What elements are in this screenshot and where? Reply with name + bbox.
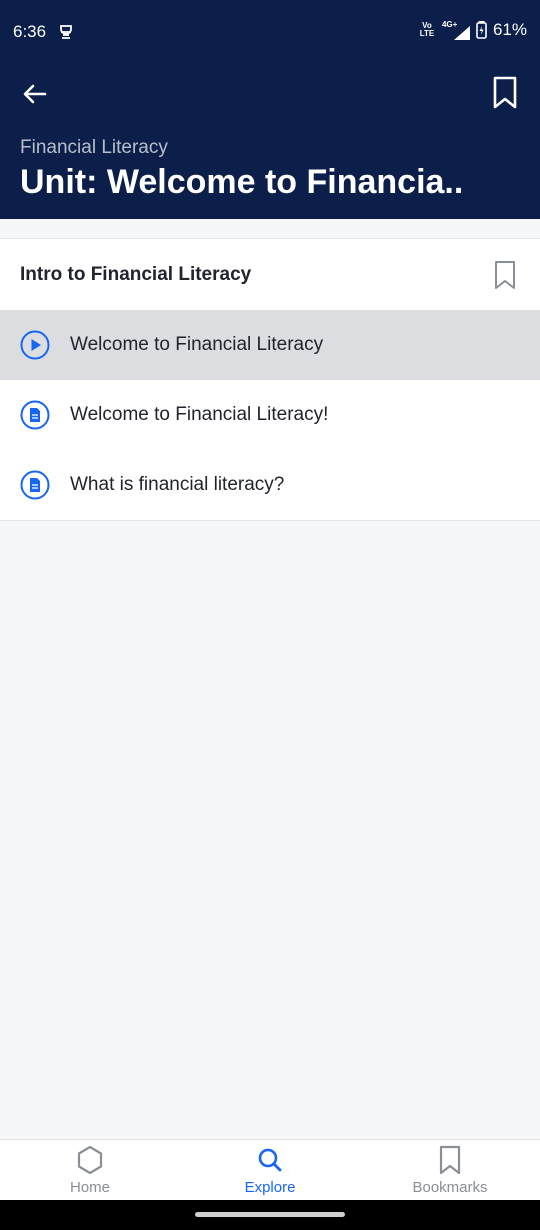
search-icon bbox=[258, 1148, 282, 1172]
battery-icon bbox=[476, 21, 487, 39]
list-item-article[interactable]: What is financial literacy? bbox=[0, 450, 540, 520]
lesson-card: Intro to Financial Literacy Welcome to F… bbox=[0, 238, 540, 521]
play-circle-icon bbox=[20, 330, 50, 360]
subject-label: Financial Literacy bbox=[20, 137, 168, 158]
volte-indicator: Vo LTE bbox=[419, 21, 435, 38]
lesson-bookmark-icon[interactable] bbox=[494, 260, 516, 290]
signal-icon: 4G+ bbox=[442, 20, 470, 40]
tab-label: Explore bbox=[244, 1179, 296, 1196]
status-bar: 6:36 Vo LTE 4G+ 61% bbox=[0, 0, 540, 66]
home-gesture-handle[interactable] bbox=[195, 1212, 345, 1217]
bookmark-icon bbox=[439, 1145, 461, 1175]
tab-home[interactable]: Home bbox=[0, 1140, 180, 1201]
bookmark-icon[interactable] bbox=[492, 76, 518, 110]
page-title: Unit: Welcome to Financia.. bbox=[20, 163, 464, 201]
article-icon bbox=[20, 400, 50, 430]
article-icon bbox=[20, 470, 50, 500]
system-gesture-bar bbox=[0, 1200, 540, 1230]
list-item-label: What is financial literacy? bbox=[70, 474, 285, 495]
back-arrow-icon[interactable] bbox=[20, 79, 50, 109]
unit-header: Financial Literacy Unit: Welcome to Fina… bbox=[0, 66, 540, 219]
bottom-navigation: Home Explore Bookmarks bbox=[0, 1139, 540, 1200]
tab-explore[interactable]: Explore bbox=[180, 1140, 360, 1201]
app-notification-icon bbox=[60, 25, 72, 39]
tab-bookmarks[interactable]: Bookmarks bbox=[360, 1140, 540, 1201]
tab-label: Home bbox=[69, 1179, 110, 1196]
tab-label: Bookmarks bbox=[412, 1179, 488, 1196]
list-item-label: Welcome to Financial Literacy bbox=[70, 334, 324, 355]
lesson-title: Intro to Financial Literacy bbox=[20, 264, 252, 285]
status-icons: Vo LTE 4G+ 61% bbox=[418, 20, 527, 40]
battery-percentage: 61% bbox=[492, 20, 527, 39]
lesson-header: Intro to Financial Literacy bbox=[0, 239, 540, 310]
list-item-video[interactable]: Welcome to Financial Literacy bbox=[0, 310, 540, 380]
list-item-article[interactable]: Welcome to Financial Literacy! bbox=[0, 380, 540, 450]
list-item-label: Welcome to Financial Literacy! bbox=[70, 404, 329, 425]
status-time: 6:36 bbox=[13, 22, 47, 41]
hexagon-home-icon bbox=[77, 1145, 103, 1175]
